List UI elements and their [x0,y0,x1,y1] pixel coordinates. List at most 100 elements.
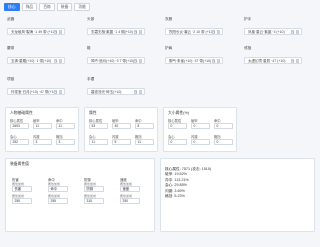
slot-clothes[interactable]: 烈阳长炎·裳云 ·2 10 带 (+10) ✎ × [165,28,223,35]
field-input[interactable]: 0 [214,123,233,129]
column-select[interactable]: 命中 [48,186,68,192]
close-icon[interactable]: × [216,30,220,34]
tab-function[interactable]: 功能 [74,3,90,11]
slot-item-name: 天龙破风·裂海 ·1 49 带 (+10) [11,30,56,35]
edit-icon[interactable]: ✎ [54,59,58,63]
field: 格挡 0 [214,135,233,145]
field-input[interactable]: 5 [112,139,131,145]
field-input[interactable]: 53 [89,123,108,129]
close-icon[interactable]: × [138,59,142,63]
edit-icon[interactable]: ✎ [134,90,138,94]
slot-item-name: 碧波流光·碎玉(+10) [91,90,122,95]
field-input[interactable]: 11 [33,123,52,129]
field: 闪避 0 [191,135,210,145]
close-icon[interactable]: × [58,59,62,63]
field-input[interactable]: 0 [168,139,187,145]
edit-icon[interactable]: ✎ [54,30,58,34]
field: 命中 0 [214,119,233,129]
column-input[interactable]: 255 [12,198,32,204]
column-input[interactable]: 290 [120,198,140,204]
field: 核心属性 2693 [10,119,29,129]
field: 闪避 3 [33,135,52,145]
field: 核心属性 53 [89,119,108,129]
slot-label-head: 头部 [87,17,95,21]
slot-item-name: 凤凰·星云·紫晶 ·3 (+10) [248,30,285,35]
slot-belt[interactable]: 玉清·星耀(+10) ·1 带(+10) ✎ × [7,57,65,64]
slot-shoulder[interactable]: 御气·朱雀(+10) ·47 带(+10) ✎ × [165,57,223,64]
slot-item-name: 玄霜无相·紫翼 ·1 4 帽(+10) [91,30,133,35]
field-input[interactable]: 0 [214,139,233,145]
tab-core[interactable]: 核心 [4,3,20,11]
close-icon[interactable]: × [295,59,299,63]
field-input[interactable]: 0 [191,123,210,129]
field-input[interactable]: 8 [135,123,154,129]
slot-label-belt: 腰带 [7,46,15,50]
close-icon[interactable]: × [58,90,62,94]
stat-line: 格挡: 5.23% [165,194,185,199]
slot-ring[interactable]: 太虚幻境·星辰 ·47 (+10) ✎ × [244,57,302,64]
tab-bar: 核心 饰品 百炼 装备 功能 [4,3,90,11]
panel-attributes: 属性 核心属性 53 破甲 40 命中 8 会心 11 闪避 5 格挡 11 [84,107,158,152]
close-icon[interactable]: × [58,30,62,34]
field: 破甲 11 [33,119,52,129]
edit-icon[interactable]: ✎ [134,30,138,34]
edit-icon[interactable]: ✎ [212,30,216,34]
field-input[interactable]: 2693 [10,123,29,129]
tab-accessory[interactable]: 饰品 [21,3,38,11]
field: 破甲 0 [191,119,210,129]
close-icon[interactable]: × [138,90,142,94]
field: 格挡 3 [56,135,75,145]
panel-base-stats: 人物基础属性 核心属性 2693 破甲 11 命中 11 会心 252 闪避 3 格挡 3 [5,107,79,152]
close-icon[interactable]: × [295,30,299,34]
field-input[interactable]: 40 [112,123,131,129]
column-select[interactable]: 防御 [84,186,104,192]
panel-title: 装备属性值 [10,162,29,166]
slot-shoes[interactable]: 风吟·追月(+10) ·3 7 带(+10) ✎ × [87,57,145,64]
column-input[interactable]: 295 [48,198,68,204]
column-select[interactable]: 速度 [120,186,140,192]
field-input[interactable]: 0 [168,123,187,129]
edit-icon[interactable]: ✎ [134,59,138,63]
slot-item-name: 玉清·星耀(+10) ·1 带(+10) [11,59,52,64]
field-input[interactable]: 3 [33,139,52,145]
slot-bracelet[interactable]: 碧波流光·碎玉(+10) ✎ × [87,88,145,95]
field: 破甲 40 [112,119,131,129]
edit-icon[interactable]: ✎ [54,90,58,94]
panel-title: 属性 [89,111,97,115]
edit-icon[interactable]: ✎ [291,59,295,63]
field-input[interactable]: 0 [191,139,210,145]
tab-refine[interactable]: 百炼 [39,3,55,11]
field-input[interactable]: 11 [89,139,108,145]
field-input[interactable]: 11 [135,139,154,145]
field: 命中 11 [56,119,75,129]
field-input[interactable]: 11 [56,123,75,129]
column-select[interactable]: 伤害 [12,186,32,192]
field-input[interactable]: 3 [56,139,75,145]
field: 会心 11 [89,135,108,145]
slot-item-name: 玲珑宝·日月(+10) ·47 带(+10) [11,90,57,95]
equip-column: 伤害 属性加成 伤害 属性加成 255 [12,177,32,206]
slot-label-bracelet: 手镯 [87,77,95,81]
close-icon[interactable]: × [216,59,220,63]
slot-item-name: 烈阳长炎·裳云 ·2 10 带 (+10) [169,30,214,35]
field: 核心属性 0 [168,119,187,129]
column-input[interactable]: 315 [84,198,104,204]
slot-head[interactable]: 玄霜无相·紫翼 ·1 4 帽(+10) ✎ × [87,28,145,35]
edit-icon[interactable]: ✎ [291,30,295,34]
slot-necklace[interactable]: 玲珑宝·日月(+10) ·47 带(+10) ✎ × [7,88,65,95]
slot-label-weapon: 武器 [7,17,15,21]
field-input[interactable]: 252 [10,139,29,145]
slot-label-gloves: 护手 [244,17,252,21]
equip-column: 速度 属性加成 速度 属性加成 290 [120,177,140,206]
slot-label-shoes: 鞋 [87,46,91,50]
tab-equipment[interactable]: 装备 [56,3,73,11]
panel-equipment-values: 装备属性值 伤害 属性加成 伤害 属性加成 255 命中 属性加成 命中 属性加… [5,158,155,232]
slot-gloves[interactable]: 凤凰·星云·紫晶 ·3 (+10) ✎ × [244,28,302,35]
field: 会心 0 [168,135,187,145]
close-icon[interactable]: × [138,30,142,34]
panel-title: 人物基础属性 [10,111,33,115]
slot-label-ring: 戒指 [244,46,252,50]
edit-icon[interactable]: ✎ [212,59,216,63]
slot-weapon[interactable]: 天龙破风·裂海 ·1 49 带 (+10) ✎ × [7,28,65,35]
slot-item-name: 御气·朱雀(+10) ·47 带(+10) [169,59,212,64]
